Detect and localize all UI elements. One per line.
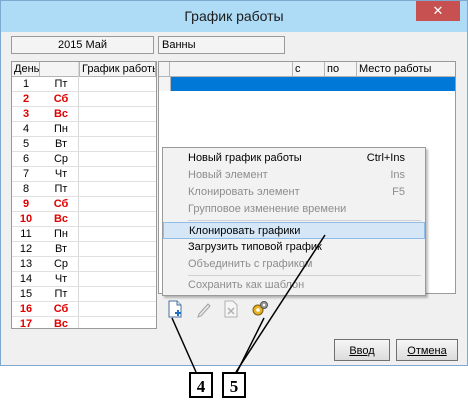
callout-lines [171, 234, 326, 373]
callout-4: 4 [189, 372, 213, 398]
callout-5: 5 [222, 372, 246, 398]
